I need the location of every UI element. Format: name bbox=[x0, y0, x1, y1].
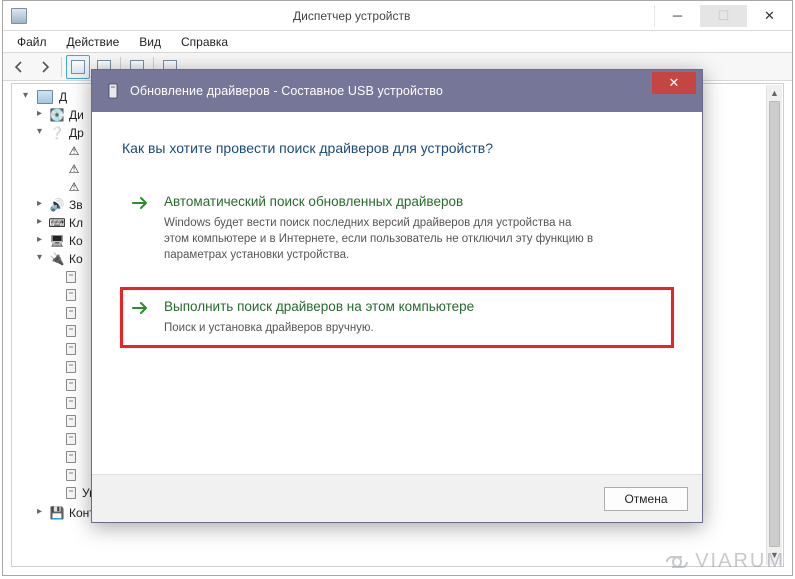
device-icon bbox=[66, 343, 76, 355]
device-icon bbox=[66, 469, 76, 481]
other-devices-icon: ❔ bbox=[49, 126, 65, 140]
device-icon bbox=[66, 451, 76, 463]
device-icon bbox=[66, 325, 76, 337]
watermark: VIARUM bbox=[661, 550, 785, 573]
storage-controller-icon: 💾 bbox=[49, 506, 65, 520]
window-title: Диспетчер устройств bbox=[293, 9, 410, 23]
device-icon bbox=[66, 307, 76, 319]
keyboard-icon: ⌨ bbox=[49, 216, 65, 230]
device-icon bbox=[66, 397, 76, 409]
window-minimize-button[interactable]: ─ bbox=[654, 5, 700, 27]
collapse-icon[interactable]: ▾ bbox=[34, 128, 45, 139]
vertical-scrollbar[interactable]: ▲ ▼ bbox=[766, 85, 782, 565]
link-icon bbox=[661, 552, 693, 572]
expand-icon[interactable]: ▸ bbox=[34, 236, 45, 247]
menu-action[interactable]: Действие bbox=[59, 33, 128, 51]
window-maximize-button: ☐ bbox=[700, 5, 746, 27]
option-title: Выполнить поиск драйверов на этом компью… bbox=[164, 299, 474, 314]
device-icon bbox=[66, 361, 76, 373]
expand-icon[interactable]: ▸ bbox=[34, 508, 45, 519]
device-icon bbox=[66, 487, 76, 499]
update-driver-dialog: Обновление драйверов - Составное USB уст… bbox=[91, 69, 703, 523]
expand-icon[interactable]: ▸ bbox=[34, 110, 45, 121]
dialog-body: Как вы хотите провести поиск драйверов д… bbox=[92, 112, 702, 370]
disk-icon: 💽 bbox=[49, 108, 65, 122]
computer-icon bbox=[37, 90, 53, 104]
cancel-button[interactable]: Отмена bbox=[604, 487, 688, 511]
arrow-right-icon bbox=[132, 301, 150, 336]
dialog-titlebar: Обновление драйверов - Составное USB уст… bbox=[92, 70, 702, 112]
toolbar-forward-button[interactable] bbox=[33, 55, 57, 79]
scroll-thumb[interactable] bbox=[769, 101, 780, 547]
option-browse-computer[interactable]: Выполнить поиск драйверов на этом компью… bbox=[122, 289, 672, 346]
dialog-heading: Как вы хотите провести поиск драйверов д… bbox=[122, 140, 672, 156]
device-icon bbox=[66, 289, 76, 301]
option-auto-search[interactable]: Автоматический поиск обновленных драйвер… bbox=[122, 184, 672, 273]
arrow-right-icon bbox=[132, 196, 150, 263]
dialog-close-button[interactable]: ✕ bbox=[652, 72, 696, 94]
toolbar-button-1[interactable] bbox=[66, 55, 90, 79]
device-icon bbox=[66, 379, 76, 391]
app-icon bbox=[11, 8, 27, 24]
option-title: Автоматический поиск обновленных драйвер… bbox=[164, 194, 594, 209]
menubar: Файл Действие Вид Справка bbox=[3, 31, 792, 53]
warn-icon: ⚠ bbox=[66, 162, 82, 176]
menu-help[interactable]: Справка bbox=[173, 33, 236, 51]
device-icon bbox=[106, 83, 120, 99]
device-icon bbox=[66, 415, 76, 427]
option-description: Поиск и установка драйверов вручную. bbox=[164, 320, 474, 336]
device-icon bbox=[66, 433, 76, 445]
dialog-title: Обновление драйверов - Составное USB уст… bbox=[130, 84, 443, 98]
dialog-footer: Отмена bbox=[92, 474, 702, 522]
collapse-icon[interactable]: ▾ bbox=[34, 254, 45, 265]
sound-icon: 🔊 bbox=[49, 198, 65, 212]
option-description: Windows будет вести поиск последних верс… bbox=[164, 215, 594, 263]
menu-file[interactable]: Файл bbox=[9, 33, 55, 51]
menu-view[interactable]: Вид bbox=[131, 33, 169, 51]
watermark-text: VIARUM bbox=[695, 550, 785, 573]
expand-icon[interactable]: ▸ bbox=[34, 218, 45, 229]
window-close-button[interactable]: ✕ bbox=[746, 5, 792, 27]
device-icon bbox=[66, 271, 76, 283]
warn-icon: ⚠ bbox=[66, 180, 82, 194]
warn-icon: ⚠ bbox=[66, 144, 82, 158]
usb-icon: 🔌 bbox=[49, 252, 65, 266]
computer-icon: 🖥 bbox=[49, 234, 65, 248]
expand-icon[interactable]: ▸ bbox=[34, 200, 45, 211]
scroll-up-icon[interactable]: ▲ bbox=[767, 85, 782, 101]
toolbar-back-button[interactable] bbox=[7, 55, 31, 79]
collapse-icon[interactable]: ▾ bbox=[20, 92, 31, 103]
titlebar: Диспетчер устройств ─ ☐ ✕ bbox=[3, 1, 792, 31]
